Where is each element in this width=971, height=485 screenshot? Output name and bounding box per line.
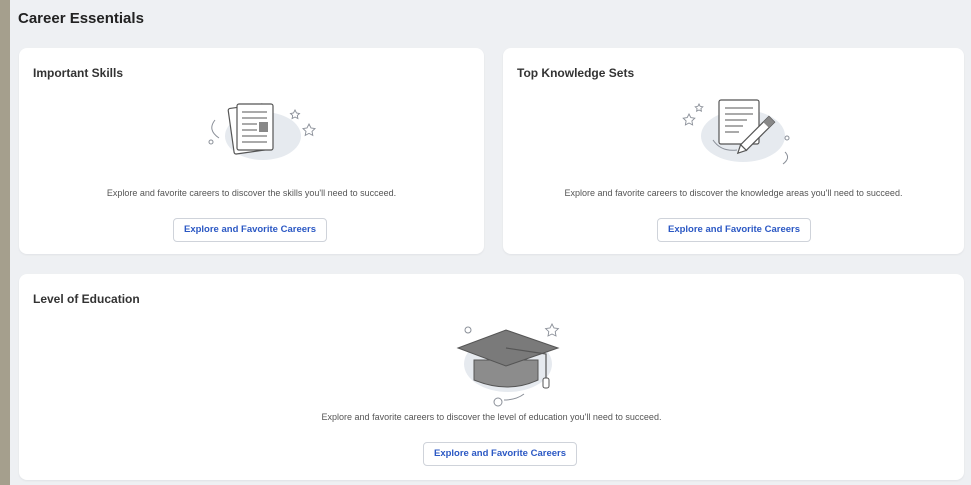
explore-favorite-careers-button[interactable]: Explore and Favorite Careers	[173, 218, 327, 242]
card-title: Important Skills	[33, 66, 124, 80]
top-knowledge-sets-card: Top Knowledge Sets Explore and favorite …	[503, 48, 964, 254]
card-title: Level of Education	[33, 292, 140, 306]
page-title: Career Essentials	[18, 10, 144, 27]
card-title: Top Knowledge Sets	[517, 66, 635, 80]
career-essentials-page: Career Essentials Important Skills Explo…	[10, 0, 971, 485]
card-description: Explore and favorite careers to discover…	[564, 188, 903, 198]
card-description: Explore and favorite careers to discover…	[321, 412, 662, 422]
level-of-education-card: Level of Education Explore and favorite …	[19, 274, 964, 480]
explore-favorite-careers-button[interactable]: Explore and Favorite Careers	[423, 442, 577, 466]
important-skills-card: Important Skills Explore and favorite ca…	[19, 48, 484, 254]
document-icon	[208, 103, 316, 160]
pencil-document-icon	[682, 99, 790, 165]
card-description: Explore and favorite careers to discover…	[106, 188, 397, 198]
graduation-cap-icon	[456, 322, 560, 407]
explore-favorite-careers-button[interactable]: Explore and Favorite Careers	[657, 218, 811, 242]
